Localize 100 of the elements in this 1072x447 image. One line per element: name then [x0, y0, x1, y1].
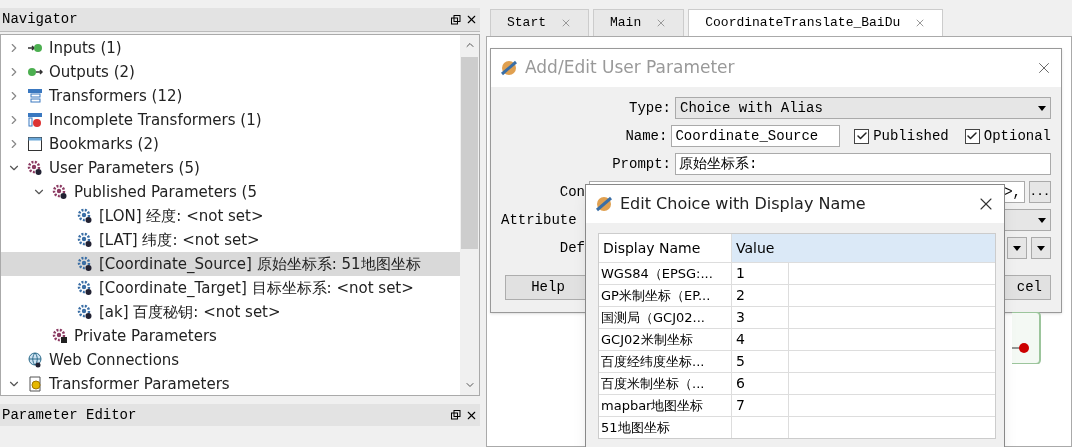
window-icon: [27, 136, 43, 152]
tree-item-label: Outputs (2): [49, 61, 135, 83]
dropdown-arrow-icon: [1013, 245, 1021, 251]
table-cell: 4: [732, 329, 789, 350]
table-cell: 1: [732, 263, 789, 284]
gear-person-icon: [77, 256, 93, 272]
table-cell: WGS84（EPSG:...: [599, 263, 732, 284]
table-cell: mapbar地图坐标: [599, 395, 732, 416]
tree-item-label: Published Parameters (5: [74, 181, 257, 203]
dropdown-button[interactable]: [1031, 237, 1051, 259]
editor-tab[interactable]: CoordinateTranslate_BaiDu: [688, 9, 944, 36]
tree-item-label: Web Connections: [49, 349, 180, 371]
tree-item-label: Transformer Parameters: [49, 373, 230, 395]
stack-icon: [27, 88, 43, 104]
field-label: Def: [558, 238, 585, 258]
checkbox[interactable]: [854, 128, 870, 144]
tree-item[interactable]: Transformers (12): [1, 84, 460, 108]
close-icon[interactable]: [465, 13, 478, 26]
gear-lock-icon: [52, 328, 68, 344]
dialog-title: Add/Edit User Parameter: [525, 56, 735, 80]
table-cell: 国测局（GCJ02...: [599, 307, 732, 328]
tree-item[interactable]: [Coordinate_Target] 目标坐标系: <not set>: [1, 276, 460, 300]
prompt-field[interactable]: 原始坐标系:: [675, 153, 1051, 175]
gear-page-icon: [27, 376, 43, 392]
gear-person-icon: [27, 160, 43, 176]
column-header[interactable]: Display Name: [599, 234, 732, 262]
gear-person-icon: [77, 304, 93, 320]
tree-item-label: [Coordinate_Source] 原始坐标系: 51地图坐标: [99, 253, 421, 275]
checkbox-label: Optional: [983, 126, 1051, 146]
table-cell: 6: [732, 373, 789, 394]
tree-item-label: Bookmarks (2): [49, 133, 159, 155]
browse-button[interactable]: ...: [1029, 181, 1051, 203]
dropdown-arrow-icon: [1038, 105, 1046, 111]
app-icon: [594, 194, 614, 214]
tab-label: Start: [507, 14, 546, 33]
dropdown-arrow-icon: [1038, 217, 1046, 223]
check-icon: [855, 130, 868, 142]
table-cell: 3: [732, 307, 789, 328]
dialog-title: Edit Choice with Display Name: [620, 193, 866, 215]
table-cell: 2: [732, 285, 789, 306]
check-icon: [966, 130, 979, 142]
table-cell: 百度经纬度坐标...: [599, 351, 732, 372]
stack-warning-icon: [27, 112, 43, 128]
gear-person-icon: [77, 232, 93, 248]
tree-item[interactable]: Incomplete Transformers (1): [1, 108, 460, 132]
field-label: Prompt:: [611, 154, 671, 174]
field-value: >,: [1004, 182, 1021, 202]
table-cell: GP米制坐标（EP...: [599, 285, 732, 306]
editor-tab[interactable]: Start: [490, 9, 589, 36]
column-header[interactable]: Value: [732, 234, 789, 262]
table-cell: 51地图坐标: [599, 417, 732, 438]
tree-item[interactable]: [LAT] 纬度: <not set>: [1, 228, 460, 252]
scroll-thumb[interactable]: [461, 57, 478, 249]
tree-item-label: Private Parameters: [74, 325, 217, 347]
restore-icon[interactable]: [451, 14, 461, 25]
tree-item[interactable]: Published Parameters (5: [1, 180, 460, 204]
tree-item-label: [Coordinate_Target] 目标坐标系: <not set>: [99, 277, 414, 299]
tree-item-label: Transformers (12): [49, 85, 183, 107]
tab-label: CoordinateTranslate_BaiDu: [705, 14, 901, 33]
table-cell: GCJ02米制坐标: [599, 329, 732, 350]
tree-item[interactable]: [LON] 经度: <not set>: [1, 204, 460, 228]
tree-item[interactable]: [Coordinate_Source] 原始坐标系: 51地图坐标: [1, 252, 460, 276]
type-dropdown[interactable]: Choice with Alias: [675, 97, 1051, 119]
tree-item-label: Incomplete Transformers (1): [49, 109, 262, 131]
tab-label: Main: [610, 14, 642, 33]
tree-item[interactable]: User Parameters (5): [1, 156, 460, 180]
gear-person-icon: [77, 208, 93, 224]
tree-item-label: [LON] 经度: <not set>: [99, 205, 264, 227]
tree-item-label: Inputs (1): [49, 37, 122, 59]
panel-title: Navigator: [2, 10, 78, 29]
tree-item-label: [ak] 百度秘钥: <not set>: [99, 301, 281, 323]
tree-item[interactable]: Outputs (2): [1, 60, 460, 84]
table-cell: 7: [732, 395, 789, 416]
checkbox[interactable]: [964, 128, 980, 144]
app-icon: [499, 58, 519, 78]
field-label: Name:: [624, 126, 668, 146]
table-cell: 百度米制坐标（...: [599, 373, 732, 394]
globe-icon: [27, 352, 43, 368]
table-cell: 5: [732, 351, 789, 372]
restore-icon[interactable]: [451, 410, 461, 420]
tree-item[interactable]: Transformer Parameters: [1, 372, 460, 396]
dropdown-arrow-icon: [1037, 245, 1045, 251]
editor-tab[interactable]: Main: [593, 9, 685, 36]
gear-person-icon: [52, 184, 68, 200]
tree-item[interactable]: Web Connections: [1, 348, 460, 372]
tree-item-label: [LAT] 纬度: <not set>: [99, 229, 260, 251]
name-field[interactable]: Coordinate_Source: [671, 125, 841, 147]
field-label: Con: [558, 182, 585, 202]
panel-title: Parameter Editor: [2, 405, 137, 425]
tree-item[interactable]: Private Parameters: [1, 324, 460, 348]
field-label: Attribute: [500, 210, 578, 230]
dropdown-button[interactable]: [1007, 237, 1027, 259]
tree-item[interactable]: Inputs (1): [1, 36, 460, 60]
field-label: Type:: [628, 98, 671, 118]
tree-item[interactable]: [ak] 百度秘钥: <not set>: [1, 300, 460, 324]
scrollbar[interactable]: [460, 35, 479, 395]
tree-item-label: User Parameters (5): [49, 157, 200, 179]
gear-person-icon: [77, 280, 93, 296]
checkbox-label: Published: [873, 126, 949, 146]
tree-item[interactable]: Bookmarks (2): [1, 132, 460, 156]
